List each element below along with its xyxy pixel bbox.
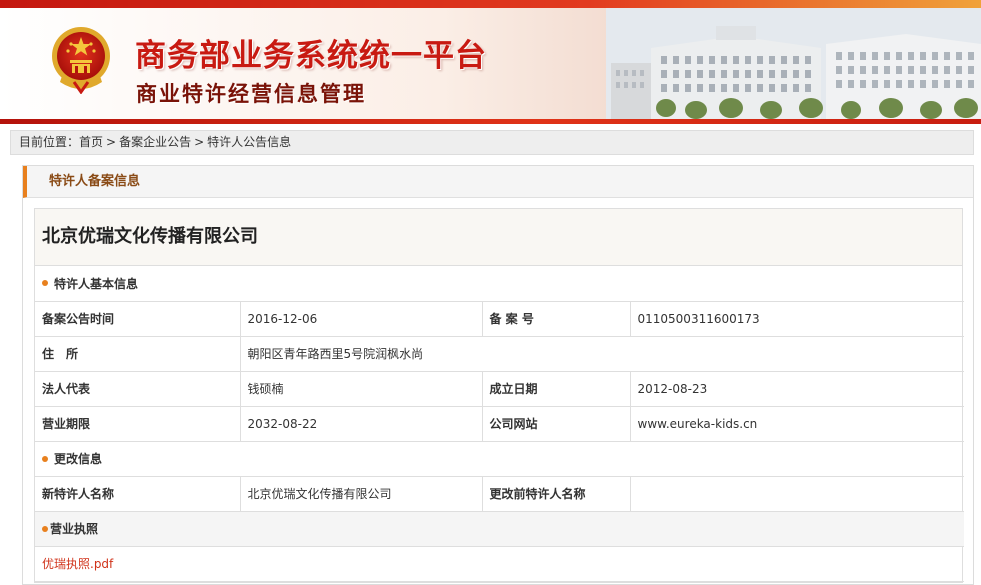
bullet-icon bbox=[42, 280, 48, 287]
breadcrumb-current: 特许人公告信息 bbox=[207, 135, 292, 149]
announce-time-label: 备案公告时间 bbox=[35, 300, 241, 337]
term-value: 2032-08-22 bbox=[239, 405, 483, 442]
bullet-icon bbox=[42, 525, 48, 532]
breadcrumb-separator: > bbox=[106, 135, 117, 149]
table-row: 优瑞执照.pdf bbox=[35, 545, 965, 582]
section-row-license: 营业执照 bbox=[35, 510, 965, 547]
old-name-label: 更改前特许人名称 bbox=[481, 475, 631, 512]
company-card: 北京优瑞文化传播有限公司 特许人基本信息 备案公告时间 2016-12-06 备… bbox=[34, 208, 965, 583]
section-basic-info: 特许人基本信息 bbox=[35, 266, 965, 302]
section-title: 营业执照 bbox=[50, 522, 99, 536]
breadcrumb-separator: > bbox=[194, 135, 205, 149]
panel-title: 特许人备案信息 bbox=[23, 166, 973, 198]
new-name-value: 北京优瑞文化传播有限公司 bbox=[239, 475, 483, 512]
table-row: 营业期限 2032-08-22 公司网站 www.eureka-kids.cn bbox=[35, 405, 965, 442]
section-row-change-info: 更改信息 bbox=[35, 440, 965, 477]
founded-value: 2012-08-23 bbox=[629, 370, 965, 407]
table-row: 备案公告时间 2016-12-06 备 案 号 0110500311600173 bbox=[35, 300, 965, 337]
platform-title: 商务部业务系统统一平台 bbox=[135, 38, 487, 74]
breadcrumb-announcements-link[interactable]: 备案企业公告 bbox=[119, 135, 191, 149]
government-buildings-image bbox=[606, 8, 981, 119]
address-label: 住 所 bbox=[35, 335, 241, 372]
address-value: 朝阳区青年路西里5号院润枫水尚 bbox=[239, 335, 965, 372]
website-value: www.eureka-kids.cn bbox=[629, 405, 965, 442]
breadcrumb: 目前位置：首页 > 备案企业公告 > 特许人公告信息 bbox=[10, 130, 974, 155]
franchisor-info-table: 特许人基本信息 备案公告时间 2016-12-06 备 案 号 01105003… bbox=[35, 266, 965, 582]
record-no-label: 备 案 号 bbox=[481, 300, 631, 337]
term-label: 营业期限 bbox=[35, 405, 241, 442]
new-name-label: 新特许人名称 bbox=[35, 475, 241, 512]
founded-label: 成立日期 bbox=[481, 370, 631, 407]
table-row: 新特许人名称 北京优瑞文化传播有限公司 更改前特许人名称 bbox=[35, 475, 965, 512]
franchisor-record-panel: 特许人备案信息 北京优瑞文化传播有限公司 特许人基本信息 备案公告时间 2016… bbox=[22, 165, 974, 585]
system-subtitle: 商业特许经营信息管理 bbox=[136, 82, 366, 106]
old-name-value bbox=[629, 475, 965, 512]
section-row-basic-info: 特许人基本信息 bbox=[35, 266, 965, 302]
announce-time-value: 2016-12-06 bbox=[239, 300, 483, 337]
section-title: 特许人基本信息 bbox=[54, 276, 139, 291]
banner-bottom-strip bbox=[0, 119, 981, 124]
legal-rep-label: 法人代表 bbox=[35, 370, 241, 407]
license-file-cell: 优瑞执照.pdf bbox=[35, 545, 965, 582]
national-emblem-icon bbox=[52, 27, 110, 94]
bullet-icon bbox=[42, 455, 48, 462]
license-pdf-link[interactable]: 优瑞执照.pdf bbox=[42, 557, 113, 571]
banner-top-strip bbox=[0, 0, 981, 8]
table-row: 住 所 朝阳区青年路西里5号院润枫水尚 bbox=[35, 335, 965, 372]
record-no-value: 0110500311600173 bbox=[629, 300, 965, 337]
legal-rep-value: 钱硕楠 bbox=[239, 370, 483, 407]
section-change-info: 更改信息 bbox=[35, 440, 965, 477]
section-title: 更改信息 bbox=[54, 452, 103, 466]
section-license: 营业执照 bbox=[35, 510, 965, 547]
breadcrumb-prefix: 目前位置： bbox=[19, 135, 80, 149]
header-banner: 商务部业务系统统一平台 商业特许经营信息管理 bbox=[0, 0, 981, 124]
table-row: 法人代表 钱硕楠 成立日期 2012-08-23 bbox=[35, 370, 965, 407]
company-name: 北京优瑞文化传播有限公司 bbox=[35, 209, 962, 266]
breadcrumb-home-link[interactable]: 首页 bbox=[79, 135, 103, 149]
website-label: 公司网站 bbox=[481, 405, 631, 442]
